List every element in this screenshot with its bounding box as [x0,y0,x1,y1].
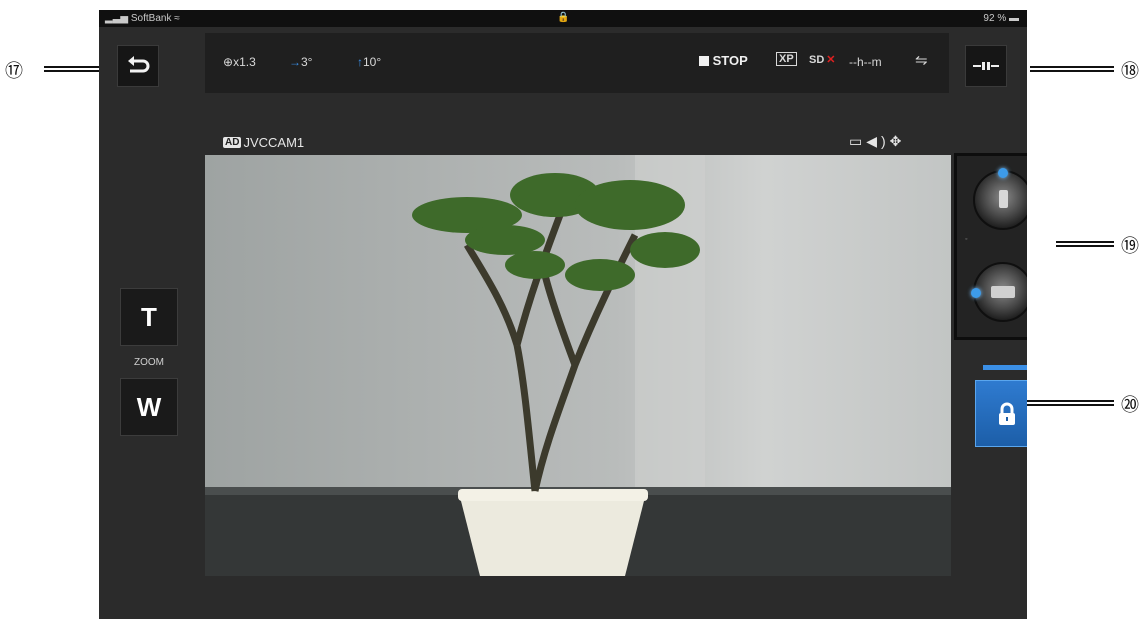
speaker-icon: ◀) [866,133,890,149]
callout-18: ⑱ [1121,61,1139,82]
callout-19: ⑲ [1121,236,1139,257]
zoom-indicator: ⊕x1.3 [223,55,256,69]
padlock-icon [998,402,1015,425]
camera-status-bar: ⊕x1.3 →3° ↑10° STOP XP SD ✕ --h--m ⇋ [205,33,949,93]
lock-indicator-bar [983,365,1027,370]
carrier-label: ▂▃▅ SoftBank ≈ [105,13,180,24]
callout-17: ⑰ [5,61,23,82]
magnifier-icon: ⊕ [223,55,234,69]
connector-icon: ⇋ [915,52,928,69]
pan-indicator: →3° [289,55,313,69]
iris-dial-icon [991,286,1015,298]
remaining-time: --h--m [849,55,882,69]
lock-control [975,365,1027,447]
move-icon: ✥ [889,133,906,149]
media-slot-indicator: SD ✕ [809,54,836,66]
zoom-label: ZOOM [134,357,164,368]
battery-indicator: 92 % ▬ [983,13,1019,24]
focus-dial-icon [999,190,1008,208]
ios-status-bar: ▂▃▅ SoftBank ≈ 🔒 92 % ▬ [99,10,1027,27]
connection-icon [973,62,999,70]
control-dial-panel: ◦ ◦ [954,153,1027,340]
recording-status: STOP [699,53,748,68]
ad-badge: AD [223,137,242,148]
menu-button[interactable] [965,45,1007,87]
back-arrow-icon [128,56,150,73]
focus-dial[interactable] [973,168,1027,230]
callout-20: ⑳ [1121,395,1139,416]
leader-20 [1020,400,1114,406]
back-button[interactable] [117,45,159,87]
screen-icon: ▭ [849,133,867,149]
focus-dial-scale-left: ◦ [965,236,968,243]
leader-18 [1030,66,1114,72]
leader-19 [1056,241,1114,247]
zoom-tele-button[interactable]: T [120,288,178,346]
pan-arrow-icon: → [289,55,301,69]
remote-viewer-screen: ▂▃▅ SoftBank ≈ 🔒 92 % ▬ ⊕x1.3 →3° ↑10° S… [99,10,1027,619]
lock-button[interactable] [975,380,1027,447]
lock-status-icon: 🔒 [557,12,570,23]
live-video-image [205,155,951,576]
media-icon-group: ▭◀)✥ [849,133,905,150]
live-video-view[interactable] [205,155,951,576]
zoom-wide-button[interactable]: W [120,378,178,436]
camera-name-label: AD JVCCAM1 [223,135,305,150]
iris-dial[interactable] [971,262,1027,322]
stop-square-icon [699,56,709,66]
media-error-icon: ✕ [826,54,836,66]
rec-mode-badge: XP [776,52,797,66]
tilt-indicator: ↑10° [357,55,382,69]
